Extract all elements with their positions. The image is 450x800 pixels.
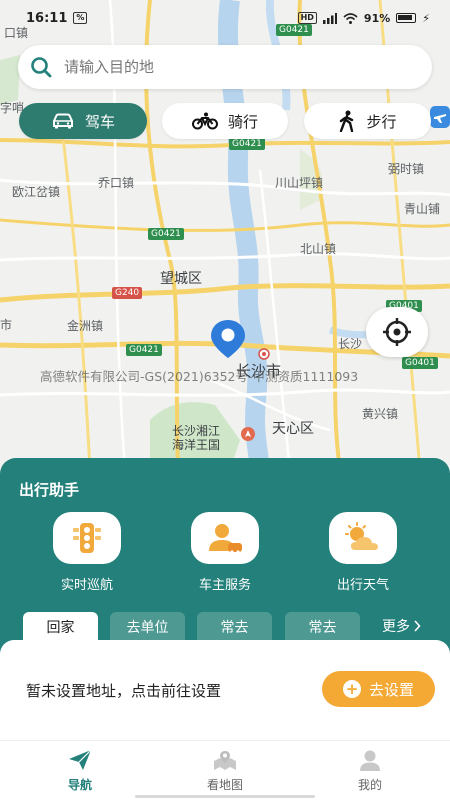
road-shield: G0421 (229, 138, 265, 150)
mode-label: 骑行 (227, 112, 258, 131)
feature-weather[interactable]: 出行天气 (308, 512, 418, 593)
nav-map[interactable]: 看地图 (170, 749, 280, 793)
map-icon (214, 751, 236, 770)
map-label: 乔口镇 (98, 176, 135, 190)
status-bar: 16:11 % HD 91% ⚡ (0, 0, 450, 36)
car-icon (52, 113, 73, 129)
map-label: 黄兴镇 (362, 407, 399, 421)
search-bar[interactable] (18, 45, 432, 89)
feature-tile (329, 512, 397, 564)
nav-label: 我的 (357, 778, 382, 792)
tab-frequent-1[interactable]: 常去 (197, 612, 272, 642)
map-label: 川山坪镇 (275, 176, 324, 190)
map-label: 欧江岔镇 (12, 185, 61, 199)
status-time: 16:11 (26, 10, 68, 26)
nav-label: 看地图 (206, 778, 243, 792)
wifi-icon (343, 12, 358, 24)
charging-icon: ⚡ (422, 11, 430, 25)
chevron-right-icon (414, 620, 421, 632)
location-pin-icon (211, 320, 245, 358)
map-label: 北山镇 (300, 242, 337, 256)
weather-icon (345, 522, 378, 550)
notification-icon: % (73, 12, 88, 24)
address-tabs: 回家 去单位 常去 常去 更多 (0, 612, 450, 642)
search-icon (31, 57, 52, 78)
plus-icon: + (342, 680, 361, 698)
more-button[interactable]: 更多 (382, 616, 421, 636)
airport-icon (430, 106, 450, 128)
more-label: 更多 (382, 619, 410, 635)
feature-cruise[interactable]: 实时巡航 (32, 512, 142, 593)
signal-icon (322, 12, 337, 24)
locate-button[interactable] (366, 307, 428, 357)
navigate-icon (69, 749, 92, 770)
poi-label[interactable]: 长沙湘江 海洋王国 (172, 424, 220, 452)
road-shield: G240 (112, 287, 143, 299)
tab-home[interactable]: 回家 (23, 612, 98, 642)
feature-car-owner[interactable]: 车主服务 (170, 512, 280, 593)
tab-work[interactable]: 去单位 (110, 612, 185, 642)
network-badge: HD (297, 12, 317, 24)
road-shield: G0421 (148, 228, 184, 240)
nav-label: 导航 (67, 778, 92, 792)
bicycle-icon (191, 112, 218, 130)
nav-navigate[interactable]: 导航 (25, 749, 135, 793)
mode-walk[interactable]: 步行 (304, 103, 431, 139)
road-shield: G0421 (126, 344, 162, 356)
mode-drive[interactable]: 驾车 (19, 103, 147, 139)
map-label: 长沙 (338, 337, 363, 351)
nav-profile[interactable]: 我的 (315, 749, 425, 793)
set-address-button[interactable]: + 去设置 (322, 671, 435, 707)
battery-icon (396, 13, 417, 23)
crosshair-icon (383, 318, 411, 346)
feature-label: 实时巡航 (60, 578, 113, 593)
map-label: 市 (0, 318, 13, 332)
mode-ride[interactable]: 骑行 (162, 103, 288, 139)
traffic-light-icon (73, 523, 101, 553)
bottom-nav: 导航 看地图 我的 (0, 740, 450, 800)
tab-frequent-2[interactable]: 常去 (285, 612, 360, 642)
city-marker-icon (258, 348, 270, 360)
destination-input[interactable] (64, 58, 384, 76)
map-copyright: 高德软件有限公司-GS(2021)6352号-甲测资质1111093 (40, 369, 359, 384)
map-label: 弼时镇 (388, 162, 425, 176)
set-address-label: 去设置 (368, 680, 414, 699)
feature-tile (191, 512, 259, 564)
battery-percent: 91% (363, 11, 391, 25)
mode-label: 步行 (366, 112, 397, 131)
road-shield: G0401 (402, 357, 438, 369)
feature-tile (53, 512, 121, 564)
poi-marker-icon (241, 427, 255, 441)
feature-label: 出行天气 (336, 578, 389, 593)
assistant-title: 出行助手 (19, 481, 80, 499)
home-indicator (135, 795, 315, 798)
map-label: 天心区 (272, 421, 314, 437)
feature-label: 车主服务 (198, 578, 251, 593)
profile-icon (360, 750, 380, 771)
car-owner-icon (209, 524, 242, 554)
address-message: 暂未设置地址，点击前往设置 (26, 682, 222, 700)
map-label: 望城区 (160, 271, 202, 287)
address-card: 暂未设置地址，点击前往设置 + 去设置 (0, 640, 450, 740)
map-label: 金洲镇 (67, 319, 104, 333)
map-label: 青山铺 (404, 202, 441, 216)
walk-icon (340, 110, 354, 132)
mode-label: 驾车 (84, 112, 115, 131)
